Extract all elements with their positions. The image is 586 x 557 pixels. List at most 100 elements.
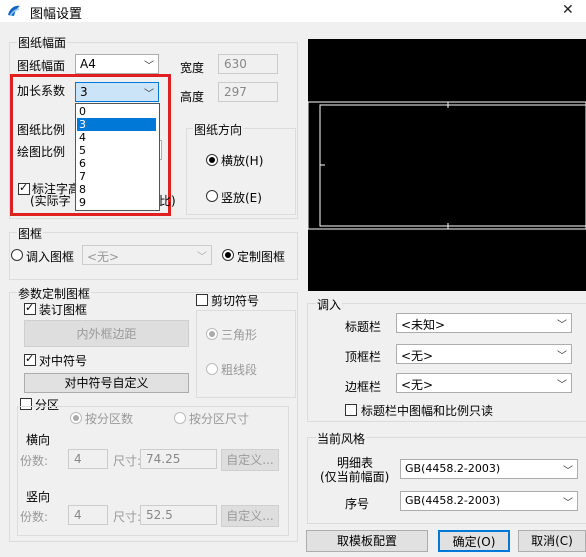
seq-value: GB(4458.2-2003)	[405, 494, 501, 507]
window-title: 图幅设置	[30, 7, 83, 22]
h-count-field: 4	[68, 449, 108, 469]
inner-outer-margin-button[interactable]: 内外框边距	[24, 320, 189, 347]
factor-value: 3	[80, 85, 88, 99]
factor-option[interactable]: 4	[77, 131, 156, 144]
thick-line-label: 粗线段	[221, 363, 258, 377]
preview-canvas	[307, 39, 586, 291]
title-bar-label: 标题栏	[345, 320, 382, 334]
cut-mark-checkbox[interactable]	[196, 294, 208, 306]
v-count-label: 份数:	[20, 510, 49, 524]
seq-label: 序号	[345, 497, 370, 511]
seq-select[interactable]: GB(4458.2-2003) ﹀	[400, 491, 578, 511]
landscape-label: 横放(H)	[221, 154, 264, 168]
h-custom-button: 自定义...	[221, 449, 279, 471]
landscape-radio[interactable]	[206, 154, 218, 166]
by-count-label: 按分区数	[85, 412, 134, 426]
chevron-down-icon: ﹀	[557, 351, 567, 362]
width-field: 630	[218, 54, 278, 74]
cancel-button[interactable]: 取消(C)	[518, 530, 586, 552]
height-label: 高度	[180, 90, 205, 104]
actual-suffix: 比)	[159, 194, 176, 208]
factor-option[interactable]: 0	[77, 105, 156, 118]
side-bar-value: <无>	[401, 378, 434, 392]
custom-frame-label: 定制图框	[237, 250, 286, 264]
center-mark-custom-button[interactable]: 对中符号自定义	[24, 373, 189, 393]
custom-frame-radio[interactable]	[222, 249, 234, 261]
title-bar-value: <未知>	[401, 318, 446, 332]
chevron-down-icon: ﹀	[557, 380, 567, 391]
app-icon	[8, 5, 20, 17]
chevron-down-icon: ﹀	[197, 252, 207, 263]
ok-button[interactable]: 确定(O)	[438, 530, 510, 552]
import-frame-value: <无>	[87, 250, 120, 264]
import-frame-radio[interactable]	[11, 249, 23, 261]
v-size-value: 52.5	[146, 508, 173, 522]
factor-dropdown-list: 0 3 4 5 6 7 8 9	[75, 103, 160, 211]
import-frame-label: 调入图框	[26, 250, 75, 264]
title-bar	[0, 0, 586, 22]
portrait-radio[interactable]	[206, 190, 218, 202]
chevron-down-icon: ﹀	[144, 89, 154, 100]
v-count-field: 4	[68, 505, 108, 525]
orientation-group-title: 图纸方向	[193, 121, 244, 138]
h-size-value: 74.25	[146, 452, 181, 466]
draw-scale-label: 绘图比例	[17, 145, 66, 159]
template-config-button[interactable]: 取模板配置	[306, 530, 428, 552]
h-size-label: 尺寸:	[113, 454, 142, 468]
chevron-down-icon: ﹀	[557, 320, 567, 331]
top-bar-select[interactable]: <无> ﹀	[396, 344, 572, 364]
factor-option[interactable]: 5	[77, 144, 156, 157]
factor-option[interactable]: 9	[77, 196, 156, 209]
factor-option-selected[interactable]: 3	[77, 118, 156, 131]
preview-drawing	[307, 101, 586, 230]
detail-table-value: GB(4458.2-2003)	[405, 462, 501, 475]
detail-table-select[interactable]: GB(4458.2-2003) ﹀	[400, 459, 578, 479]
v-custom-button: 自定义...	[221, 505, 279, 527]
v-count-value: 4	[74, 508, 82, 522]
factor-select[interactable]: 3 ﹀	[75, 82, 159, 102]
cut-mark-box	[196, 310, 296, 398]
sheet-size-select[interactable]: A4 ﹀	[75, 54, 159, 74]
title-bar-select[interactable]: <未知> ﹀	[396, 313, 572, 333]
factor-option[interactable]: 8	[77, 183, 156, 196]
width-label: 宽度	[180, 61, 205, 75]
chevron-down-icon: ﹀	[563, 466, 573, 477]
side-bar-label: 边框栏	[345, 380, 382, 394]
factor-option[interactable]: 7	[77, 170, 156, 183]
sheet-size-label: 图纸幅面	[17, 59, 66, 73]
readonly-checkbox[interactable]	[345, 404, 357, 416]
factor-option[interactable]: 6	[77, 157, 156, 170]
by-count-radio	[70, 412, 82, 424]
cut-mark-label: 剪切符号	[211, 294, 260, 308]
sheet-group-title: 图纸幅面	[17, 34, 68, 51]
style-group-title: 当前风格	[316, 430, 367, 447]
sheet-size-value: A4	[80, 57, 96, 71]
close-icon[interactable]: ✕	[562, 2, 574, 18]
frame-group-title: 图框	[17, 225, 44, 242]
h-count-value: 4	[74, 452, 82, 466]
by-size-radio	[174, 412, 186, 424]
v-size-label: 尺寸:	[113, 510, 142, 524]
detail-table-label2: (仅当前幅面)	[320, 470, 390, 484]
actual-label: (实际字	[30, 194, 71, 208]
vertical-label: 竖向	[26, 490, 51, 504]
center-mark-checkbox[interactable]	[24, 352, 36, 366]
width-value: 630	[224, 57, 247, 71]
v-size-field: 52.5	[140, 505, 217, 525]
readonly-label: 标题栏中图幅和比例只读	[361, 404, 494, 418]
thick-line-radio	[206, 363, 218, 375]
top-bar-value: <无>	[401, 349, 434, 363]
height-field: 297	[218, 82, 278, 102]
top-bar-label: 顶框栏	[345, 350, 382, 364]
chevron-down-icon: ﹀	[563, 498, 573, 509]
h-size-field: 74.25	[140, 449, 217, 469]
binding-label: 装订图框	[39, 303, 88, 317]
height-value: 297	[224, 85, 247, 99]
binding-checkbox[interactable]	[24, 301, 36, 315]
import-frame-select: <无> ﹀	[82, 245, 212, 265]
paper-scale-label: 图纸比例	[17, 123, 66, 137]
portrait-label: 竖放(E)	[221, 191, 262, 205]
params-group-title: 参数定制图框	[17, 285, 92, 302]
side-bar-select[interactable]: <无> ﹀	[396, 373, 572, 393]
annotate-checkbox[interactable]	[18, 181, 30, 195]
